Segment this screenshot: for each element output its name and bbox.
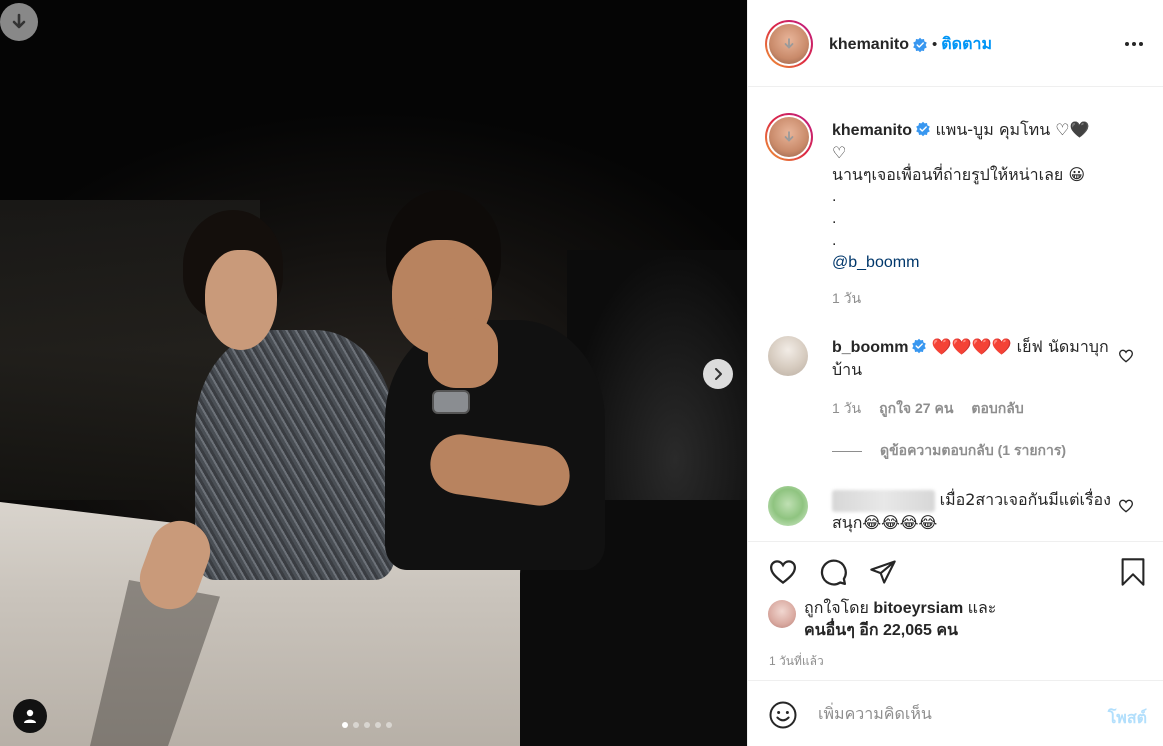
caption-dot: . (832, 210, 837, 227)
carousel-dot (342, 722, 348, 728)
emoji-icon (769, 701, 797, 729)
likes-text: ถูกใจโดย bitoeyrsiam และ คนอื่นๆ อีก 22,… (804, 598, 996, 642)
follow-button[interactable]: ติดตาม (941, 32, 992, 57)
share-button[interactable] (867, 556, 899, 588)
download-button[interactable] (0, 3, 38, 41)
carousel-next-button[interactable] (703, 359, 733, 389)
add-comment-bar: โพสต์ (748, 680, 1163, 746)
comments-list[interactable]: khemanito แพน-บูม คุมโทน ♡🖤 ♡ นานๆเจอเพื… (748, 88, 1163, 540)
caption-dot: . (832, 188, 837, 205)
bookmark-icon (1121, 558, 1145, 586)
comment-button[interactable] (817, 556, 849, 588)
download-icon (12, 13, 26, 29)
likes-summary: ถูกใจโดย bitoeyrsiam และ คนอื่นๆ อีก 22,… (768, 598, 996, 642)
divider (832, 450, 862, 452)
user-tag-icon (24, 709, 36, 723)
post-comment-button[interactable]: โพสต์ (1108, 706, 1147, 731)
emoji-button[interactable] (767, 699, 799, 731)
comment-age: 1 วัน (832, 400, 862, 416)
commenter-avatar[interactable] (768, 336, 808, 376)
caption-line-1: แพน-บูม คุมโทน ♡🖤 (935, 120, 1090, 139)
verified-badge-icon (912, 338, 927, 354)
post-sidebar: khemanito • ติดตาม khemanito แพน-บูม คุม… (747, 0, 1163, 746)
comment: mommy_pam เมื่อ2สาวเจอกันมีแต่เรื่องสนุก… (832, 489, 1112, 535)
comment-like-icon[interactable] (1118, 348, 1134, 364)
caption-mention[interactable]: @b_boomm (832, 252, 1132, 274)
comment-username[interactable]: b_boomm (832, 339, 908, 356)
liked-by-user[interactable]: bitoeyrsiam (873, 600, 963, 617)
post-timestamp[interactable]: 1 วันที่แล้ว (769, 652, 824, 671)
caption-line-2: ♡ (832, 143, 847, 162)
liker-avatar[interactable] (768, 600, 796, 628)
post-media[interactable] (0, 0, 747, 746)
separator: • (932, 36, 938, 53)
comment-likes[interactable]: ถูกใจ 27 คน (879, 398, 953, 420)
post-header: khemanito • ติดตาม (748, 0, 1163, 87)
comment: b_boomm ❤️❤️❤️❤️ เย็ฟ นัดมาบุกบ้าน (832, 336, 1112, 382)
verified-badge-icon (916, 121, 930, 137)
more-options-icon (1125, 42, 1143, 46)
post-actions: ถูกใจโดย bitoeyrsiam และ คนอื่นๆ อีก 22,… (748, 541, 1163, 668)
view-replies-button[interactable]: ดูข้อความตอบกลับ (1 รายการ) (832, 440, 1066, 462)
carousel-dot (364, 722, 370, 728)
caption-line-3: นานๆเจอเพื่อนที่ถ่ายรูปให้หน่าเลย 😀 (832, 165, 1086, 184)
post-caption: khemanito แพน-บูม คุมโทน ♡🖤 ♡ นานๆเจอเพื… (832, 119, 1132, 274)
heart-icon (769, 560, 797, 585)
download-icon (784, 131, 794, 142)
carousel-dot (386, 722, 392, 728)
reply-button[interactable]: ตอบกลับ (971, 398, 1023, 420)
comment-input[interactable] (818, 701, 1078, 729)
save-button[interactable] (1117, 556, 1149, 588)
caption-username[interactable]: khemanito (832, 122, 912, 139)
comment-icon (820, 559, 847, 586)
person-left-body (195, 330, 395, 580)
download-icon (784, 38, 794, 49)
carousel-dot (375, 722, 381, 728)
comment-username[interactable]: mommy_pam (832, 490, 936, 512)
caption-dot: . (832, 232, 837, 249)
verified-badge-icon (913, 37, 927, 52)
send-icon (870, 560, 896, 584)
author-avatar[interactable] (765, 20, 813, 68)
wristwatch (432, 390, 470, 414)
liked-by-others[interactable]: คนอื่นๆ อีก 22,065 คน (804, 622, 958, 639)
comment-like-icon[interactable] (1118, 498, 1134, 514)
comment-meta: 1 วัน ถูกใจ 27 คน ตอบกลับ (832, 398, 1024, 420)
view-replies-label: ดูข้อความตอบกลับ (1 รายการ) (880, 442, 1067, 458)
person-left-face (205, 250, 277, 350)
tagged-users-button[interactable] (13, 699, 47, 733)
chevron-right-icon (715, 368, 722, 380)
caption-author-avatar[interactable] (765, 113, 813, 161)
like-button[interactable] (767, 556, 799, 588)
commenter-avatar[interactable] (768, 486, 808, 526)
person-right-hand (428, 318, 498, 388)
liked-by-and: และ (967, 600, 997, 617)
liked-by-prefix: ถูกใจโดย (804, 600, 869, 617)
author-username[interactable]: khemanito (829, 36, 909, 54)
caption-age: 1 วัน (832, 290, 862, 306)
more-options-button[interactable] (1122, 32, 1146, 56)
carousel-dot (353, 722, 359, 728)
carousel-indicator (342, 722, 392, 728)
